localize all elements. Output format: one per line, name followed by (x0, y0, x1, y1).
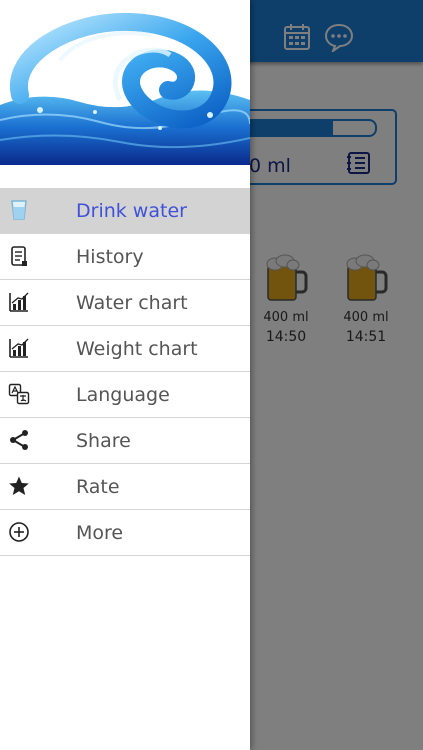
menu-item-label: Water chart (76, 292, 188, 314)
translate-icon (8, 383, 30, 405)
drawer-menu: Drink water History Water chart Weight c… (0, 188, 250, 556)
share-icon (10, 430, 28, 450)
menu-item-label: More (76, 522, 124, 544)
menu-item-rate[interactable]: Rate (0, 464, 250, 510)
menu-item-label: Drink water (76, 200, 187, 222)
menu-item-label: Share (76, 430, 131, 452)
scroll-icon (11, 246, 27, 266)
menu-item-history[interactable]: History (0, 234, 250, 280)
glass-icon (11, 200, 27, 220)
navigation-drawer: Drink water History Water chart Weight c… (0, 0, 250, 750)
bar-chart-icon (9, 292, 29, 312)
menu-item-water-chart[interactable]: Water chart (0, 280, 250, 326)
bar-chart-icon (9, 338, 29, 358)
menu-item-label: History (76, 246, 144, 268)
menu-item-drink-water[interactable]: Drink water (0, 188, 250, 234)
menu-item-share[interactable]: Share (0, 418, 250, 464)
menu-item-label: Language (76, 384, 170, 406)
menu-item-more[interactable]: More (0, 510, 250, 556)
star-icon (9, 476, 29, 495)
menu-item-label: Weight chart (76, 338, 198, 360)
menu-item-language[interactable]: Language (0, 372, 250, 418)
menu-item-weight-chart[interactable]: Weight chart (0, 326, 250, 372)
plus-circle-icon (9, 522, 29, 542)
water-splash-banner (0, 0, 250, 165)
menu-item-label: Rate (76, 476, 120, 498)
